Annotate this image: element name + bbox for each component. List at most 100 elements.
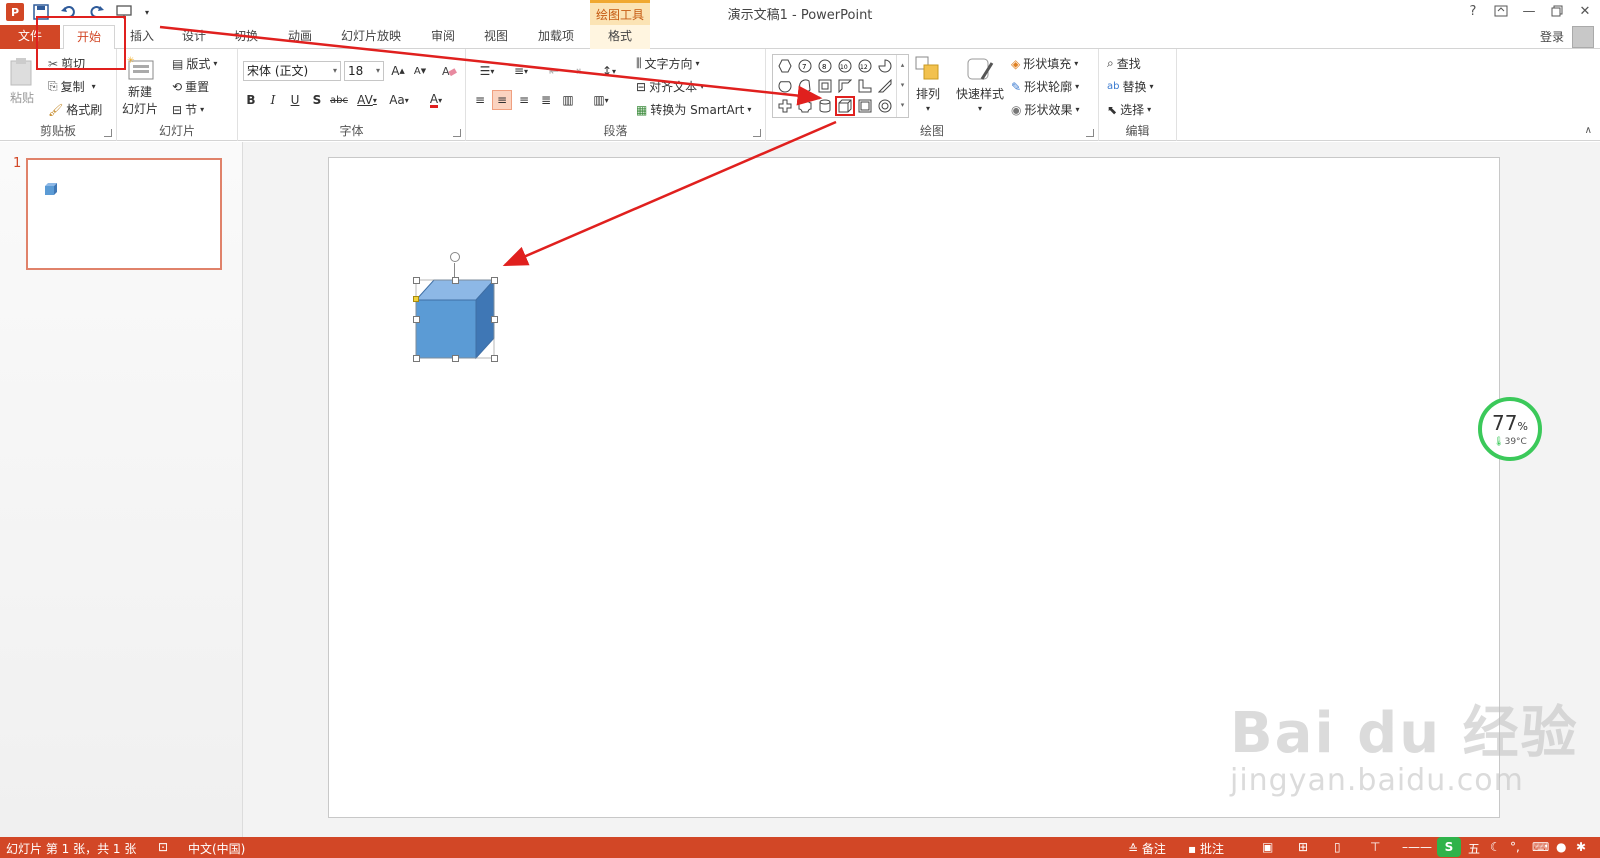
underline-button[interactable]: U xyxy=(285,90,305,110)
align-center-icon[interactable]: ≡ xyxy=(492,90,512,110)
pie-icon[interactable] xyxy=(875,56,895,76)
comments-button[interactable]: ▪ 批注 xyxy=(1188,840,1224,857)
tab-transitions[interactable]: 切换 xyxy=(222,25,270,49)
moon-icon[interactable]: ☾ xyxy=(1490,840,1501,854)
shadow-button[interactable]: S xyxy=(307,90,327,110)
strikethrough-button[interactable]: abc xyxy=(327,90,351,110)
shrink-font-button[interactable]: A ▼ xyxy=(410,61,430,81)
layout-button[interactable]: ▤ 版式 ▾ xyxy=(172,55,217,72)
text-direction-button[interactable]: ⫼ 文字方向 ▾ xyxy=(636,55,700,72)
ribbon-display-icon[interactable] xyxy=(1492,2,1510,20)
punctuation-icon[interactable]: °, xyxy=(1510,840,1520,854)
slide-thumbnail[interactable] xyxy=(26,158,222,270)
tab-design[interactable]: 设计 xyxy=(170,25,218,49)
tab-animations[interactable]: 动画 xyxy=(275,25,325,49)
resize-handle[interactable] xyxy=(452,355,459,362)
slide-sorter-icon[interactable]: ⊞ xyxy=(1298,840,1308,854)
adjust-handle[interactable] xyxy=(413,296,419,302)
reading-view-icon[interactable]: ▯ xyxy=(1334,840,1341,854)
section-button[interactable]: ⊟ 节 ▾ xyxy=(172,101,204,118)
hexagon-icon[interactable] xyxy=(775,56,795,76)
reset-button[interactable]: ⟲ 重置 xyxy=(172,78,209,95)
drawing-launcher-icon[interactable] xyxy=(1086,129,1094,137)
l-shape-icon[interactable] xyxy=(855,76,875,96)
paragraph-launcher-icon[interactable] xyxy=(753,129,761,137)
restore-icon[interactable] xyxy=(1548,2,1566,20)
font-name-select[interactable]: 宋体 (正文) ▾ xyxy=(243,61,341,81)
cube-graphic[interactable] xyxy=(412,276,498,362)
font-size-select[interactable]: 18 ▾ xyxy=(344,61,384,81)
resize-handle[interactable] xyxy=(491,277,498,284)
half-frame-icon[interactable] xyxy=(835,76,855,96)
tab-format[interactable]: 格式 xyxy=(590,25,650,49)
plus-icon[interactable] xyxy=(775,96,795,116)
tab-view[interactable]: 视图 xyxy=(472,25,520,49)
copy-button[interactable]: ⎘ 复制 ▾ xyxy=(48,78,96,95)
distributed-icon[interactable]: ▥ xyxy=(558,90,578,110)
shape-outline-button[interactable]: ✎ 形状轮廓 ▾ xyxy=(1011,78,1079,95)
change-case-button[interactable]: Aa ▾ xyxy=(384,90,414,110)
rotate-handle-icon[interactable] xyxy=(450,252,460,262)
resize-handle[interactable] xyxy=(491,316,498,323)
heptagon-icon[interactable]: 7 xyxy=(795,56,815,76)
new-slide-button[interactable]: ✳ 新建 幻灯片 xyxy=(122,55,158,117)
decagon-icon[interactable]: 10 xyxy=(835,56,855,76)
resize-handle[interactable] xyxy=(413,355,420,362)
tab-addins[interactable]: 加载项 xyxy=(528,25,584,49)
collapse-ribbon-icon[interactable]: ∧ xyxy=(1585,125,1592,136)
normal-view-icon[interactable]: ▣ xyxy=(1262,840,1273,854)
tab-review[interactable]: 审阅 xyxy=(419,25,467,49)
grow-font-button[interactable]: A ▲ xyxy=(388,61,408,81)
gallery-more-icon[interactable]: ▾ xyxy=(897,95,908,115)
replace-button[interactable]: ab 替换 ▾ xyxy=(1107,78,1154,95)
align-right-icon[interactable]: ≡ xyxy=(514,90,534,110)
increase-indent-icon[interactable]: ⇥ xyxy=(566,61,586,81)
quick-styles-button[interactable]: 快速样式 ▾ xyxy=(956,55,1004,113)
frame-icon[interactable] xyxy=(815,76,835,96)
performance-gauge[interactable]: 77% 🌡39°C xyxy=(1478,397,1542,461)
sign-in-link[interactable]: 登录 xyxy=(1540,28,1564,45)
columns-icon[interactable]: ▥ ▾ xyxy=(586,90,616,110)
font-color-button[interactable]: A ▾ xyxy=(422,90,450,110)
ime-mode[interactable]: 五 xyxy=(1468,840,1480,857)
close-icon[interactable]: ✕ xyxy=(1576,2,1594,20)
slideshow-view-icon[interactable]: ⊤ xyxy=(1370,840,1380,854)
bold-button[interactable]: B xyxy=(241,90,261,110)
spellcheck-icon[interactable]: ⊡ xyxy=(158,840,168,854)
gallery-up-icon[interactable]: ▴ xyxy=(897,55,908,75)
resize-handle[interactable] xyxy=(491,355,498,362)
zoom-slider[interactable]: –—— xyxy=(1402,840,1432,854)
clipboard-launcher-icon[interactable] xyxy=(104,129,112,137)
find-button[interactable]: ⌕ 查找 xyxy=(1107,55,1141,72)
resize-handle[interactable] xyxy=(413,316,420,323)
can-icon[interactable] xyxy=(815,96,835,116)
settings-icon[interactable]: ✱ xyxy=(1576,840,1586,854)
justify-icon[interactable]: ≣ xyxy=(536,90,556,110)
resize-handle[interactable] xyxy=(413,277,420,284)
shapes-gallery[interactable]: 7 8 10 12 ▴ ▾ ▾ xyxy=(772,54,909,118)
convert-smartart-button[interactable]: ▦ 转换为 SmartArt ▾ xyxy=(636,101,751,118)
minimize-icon[interactable]: — xyxy=(1520,2,1538,20)
shape-fill-button[interactable]: ◈ 形状填充 ▾ xyxy=(1011,55,1078,72)
resize-handle[interactable] xyxy=(452,277,459,284)
chord-icon[interactable] xyxy=(795,76,815,96)
cube-shape-icon[interactable] xyxy=(835,96,855,116)
notes-button[interactable]: ≙ 备注 xyxy=(1128,840,1166,857)
copy-dropdown-icon[interactable]: ▾ xyxy=(92,82,96,91)
decrease-indent-icon[interactable]: ⇤ xyxy=(544,61,564,81)
dodecagon-icon[interactable]: 12 xyxy=(855,56,875,76)
numbering-icon[interactable]: ≡ ▾ xyxy=(506,61,536,81)
tab-slideshow[interactable]: 幻灯片放映 xyxy=(333,25,409,49)
font-launcher-icon[interactable] xyxy=(453,129,461,137)
shape-effects-button[interactable]: ◉ 形状效果 ▾ xyxy=(1011,101,1080,118)
language-indicator[interactable]: 中文(中国) xyxy=(188,840,245,857)
paste-button[interactable]: 粘贴 xyxy=(8,57,36,106)
clear-formatting-icon[interactable]: A xyxy=(439,61,459,81)
user-icon[interactable]: ● xyxy=(1556,840,1566,854)
format-painter-button[interactable]: 🖌 格式刷 xyxy=(48,101,102,118)
italic-button[interactable]: I xyxy=(263,90,283,110)
sogou-ime-icon[interactable]: S xyxy=(1437,837,1461,857)
align-left-icon[interactable]: ≡ xyxy=(470,90,490,110)
gallery-scroll[interactable]: ▴ ▾ ▾ xyxy=(896,55,908,117)
select-button[interactable]: ⬉ 选择 ▾ xyxy=(1107,101,1151,118)
